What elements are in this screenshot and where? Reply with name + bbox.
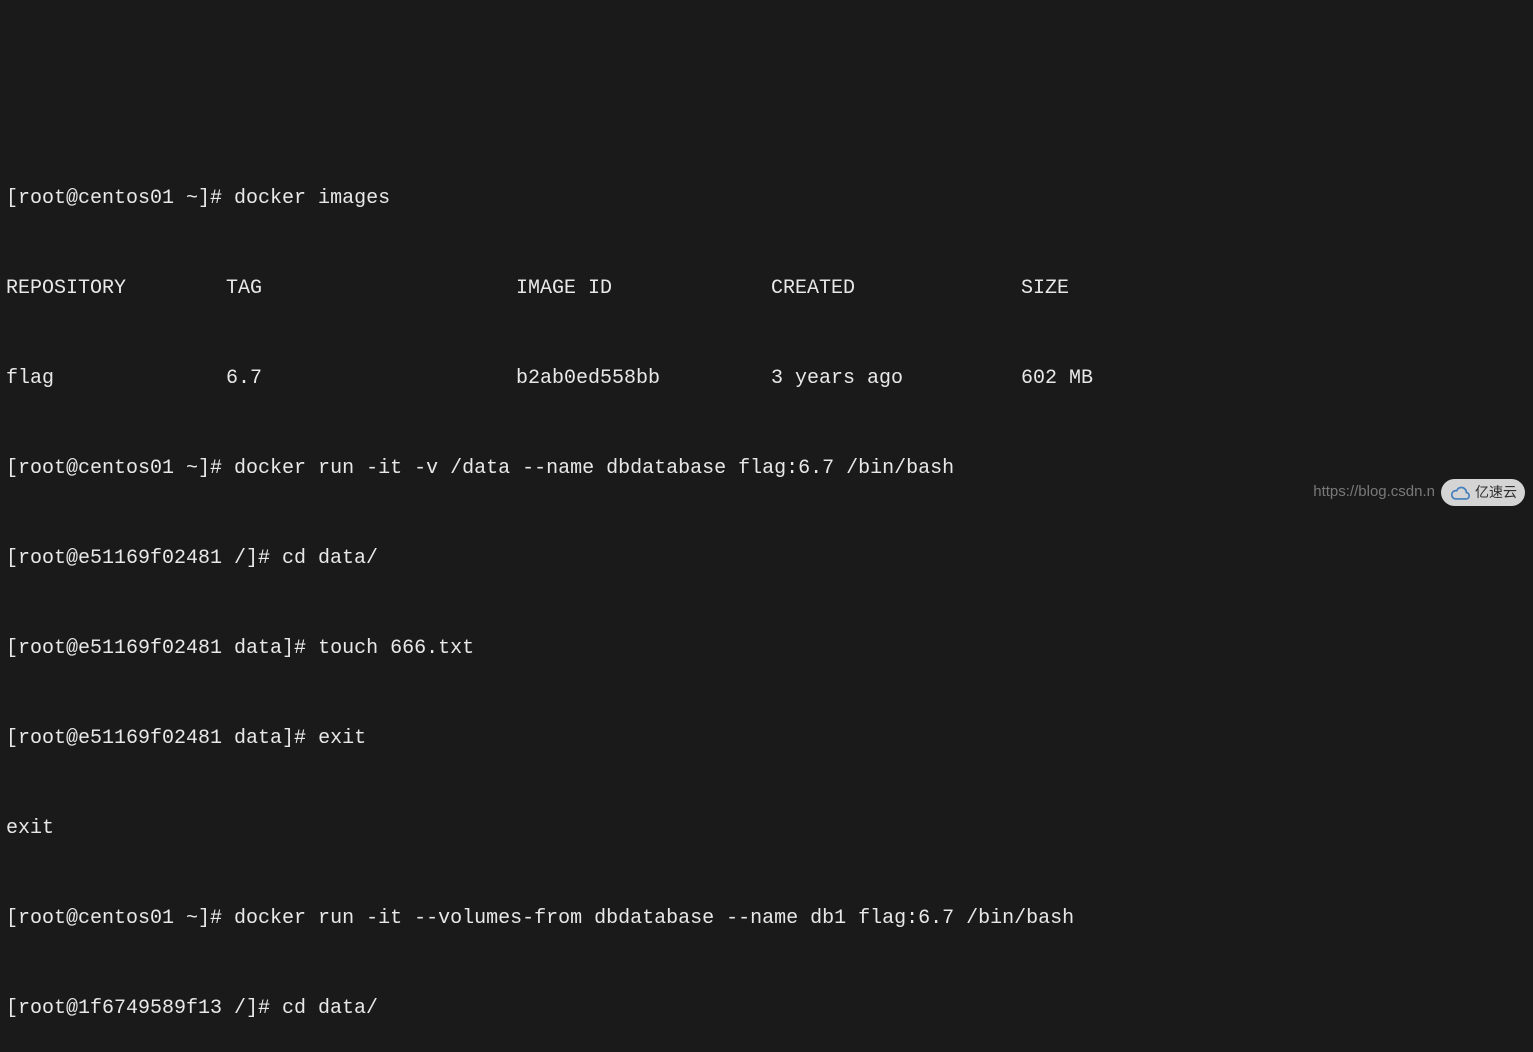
command: docker run -it --volumes-from dbdatabase… [234,907,1074,930]
prompt: [root@e51169f02481 data]# [6,637,318,660]
prompt: [root@1f6749589f13 /]# [6,997,282,1020]
command: exit [318,727,366,750]
prompt: [root@centos01 ~]# [6,187,234,210]
prompt: [root@e51169f02481 /]# [6,547,282,570]
cell-image-id: b2ab0ed558bb [516,364,771,394]
prompt: [root@centos01 ~]# [6,457,234,480]
watermark-logo: 亿速云 [1441,479,1525,506]
col-header-tag: TAG [226,274,516,304]
command: docker run -it -v /data --name dbdatabas… [234,457,954,480]
output: exit [6,817,54,840]
watermark-brand: 亿速云 [1475,482,1517,503]
output-line: exit [6,814,1527,844]
prompt: [root@centos01 ~]# [6,907,234,930]
command: cd data/ [282,547,378,570]
command: touch 666.txt [318,637,474,660]
cell-tag: 6.7 [226,364,516,394]
col-header-size: SIZE [1021,274,1171,304]
docker-images-row: flag6.7b2ab0ed558bb3 years ago602 MB [6,364,1527,394]
col-header-image-id: IMAGE ID [516,274,771,304]
terminal-line: [root@centos01 ~]# docker images [6,184,1527,214]
cloud-icon [1449,485,1471,501]
terminal-line: [root@e51169f02481 /]# cd data/ [6,544,1527,574]
watermark-url: https://blog.csdn.n [1313,481,1435,504]
prompt: [root@e51169f02481 data]# [6,727,318,750]
cell-repository: flag [6,364,226,394]
col-header-repository: REPOSITORY [6,274,226,304]
terminal-line: [root@1f6749589f13 /]# cd data/ [6,994,1527,1024]
docker-images-header: REPOSITORYTAGIMAGE IDCREATEDSIZE [6,274,1527,304]
watermark: https://blog.csdn.n 亿速云 [1313,479,1525,506]
command: docker images [234,187,390,210]
cell-size: 602 MB [1021,364,1171,394]
terminal-output[interactable]: [root@centos01 ~]# docker images REPOSIT… [6,124,1527,1052]
cell-created: 3 years ago [771,364,1021,394]
col-header-created: CREATED [771,274,1021,304]
command: cd data/ [282,997,378,1020]
terminal-line: [root@e51169f02481 data]# exit [6,724,1527,754]
terminal-line: [root@centos01 ~]# docker run -it --volu… [6,904,1527,934]
terminal-line: [root@centos01 ~]# docker run -it -v /da… [6,454,1527,484]
terminal-line: [root@e51169f02481 data]# touch 666.txt [6,634,1527,664]
